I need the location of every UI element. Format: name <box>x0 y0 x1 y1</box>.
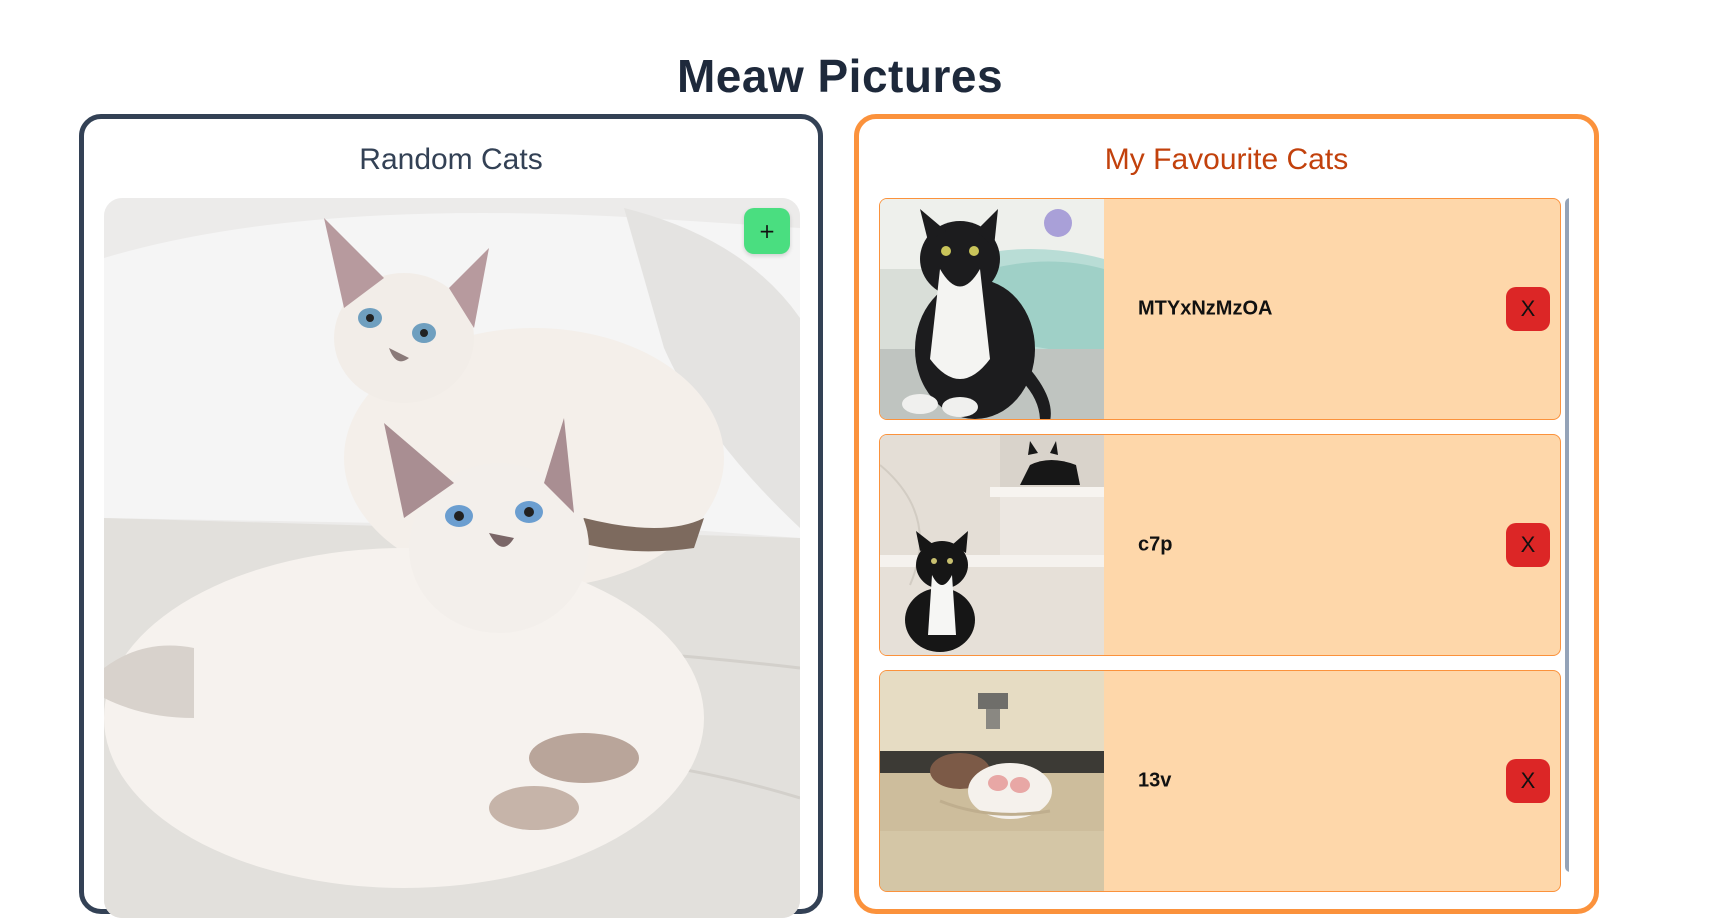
favourite-item-image <box>880 671 1104 891</box>
favourite-item: 13v X <box>879 670 1561 892</box>
favourite-item-id: MTYxNzMzOA <box>1138 297 1273 320</box>
remove-favourite-button[interactable]: X <box>1506 523 1550 567</box>
page-title: Meaw Pictures <box>676 49 1004 102</box>
remove-favourite-button[interactable]: X <box>1506 759 1550 803</box>
favourite-item: c7p X <box>879 434 1561 656</box>
favourite-cats-title: My Favourite Cats <box>1104 143 1349 176</box>
random-cats-title: Random Cats <box>359 143 543 176</box>
random-cats-panel: Random Cats + <box>79 114 823 918</box>
favourite-item-id: c7p <box>1138 533 1173 556</box>
favourite-list-scrollbar[interactable] <box>1565 198 1569 872</box>
favourite-item-image <box>880 435 1104 655</box>
add-favourite-button[interactable]: + <box>744 208 790 254</box>
favourite-list[interactable]: MTYxNzMzOA X c7p X 13v X <box>879 198 1569 918</box>
remove-favourite-button[interactable]: X <box>1506 287 1550 331</box>
scrollbar-thumb[interactable] <box>1565 198 1569 872</box>
favourite-item: MTYxNzMzOA X <box>879 198 1561 420</box>
random-cat-image: + <box>104 198 800 918</box>
favourite-item-id: 13v <box>1138 769 1172 792</box>
favourite-item-image <box>880 199 1104 419</box>
favourite-cats-panel: My Favourite Cats MTYxNzMzOA X c7p X 13v… <box>854 114 1599 914</box>
